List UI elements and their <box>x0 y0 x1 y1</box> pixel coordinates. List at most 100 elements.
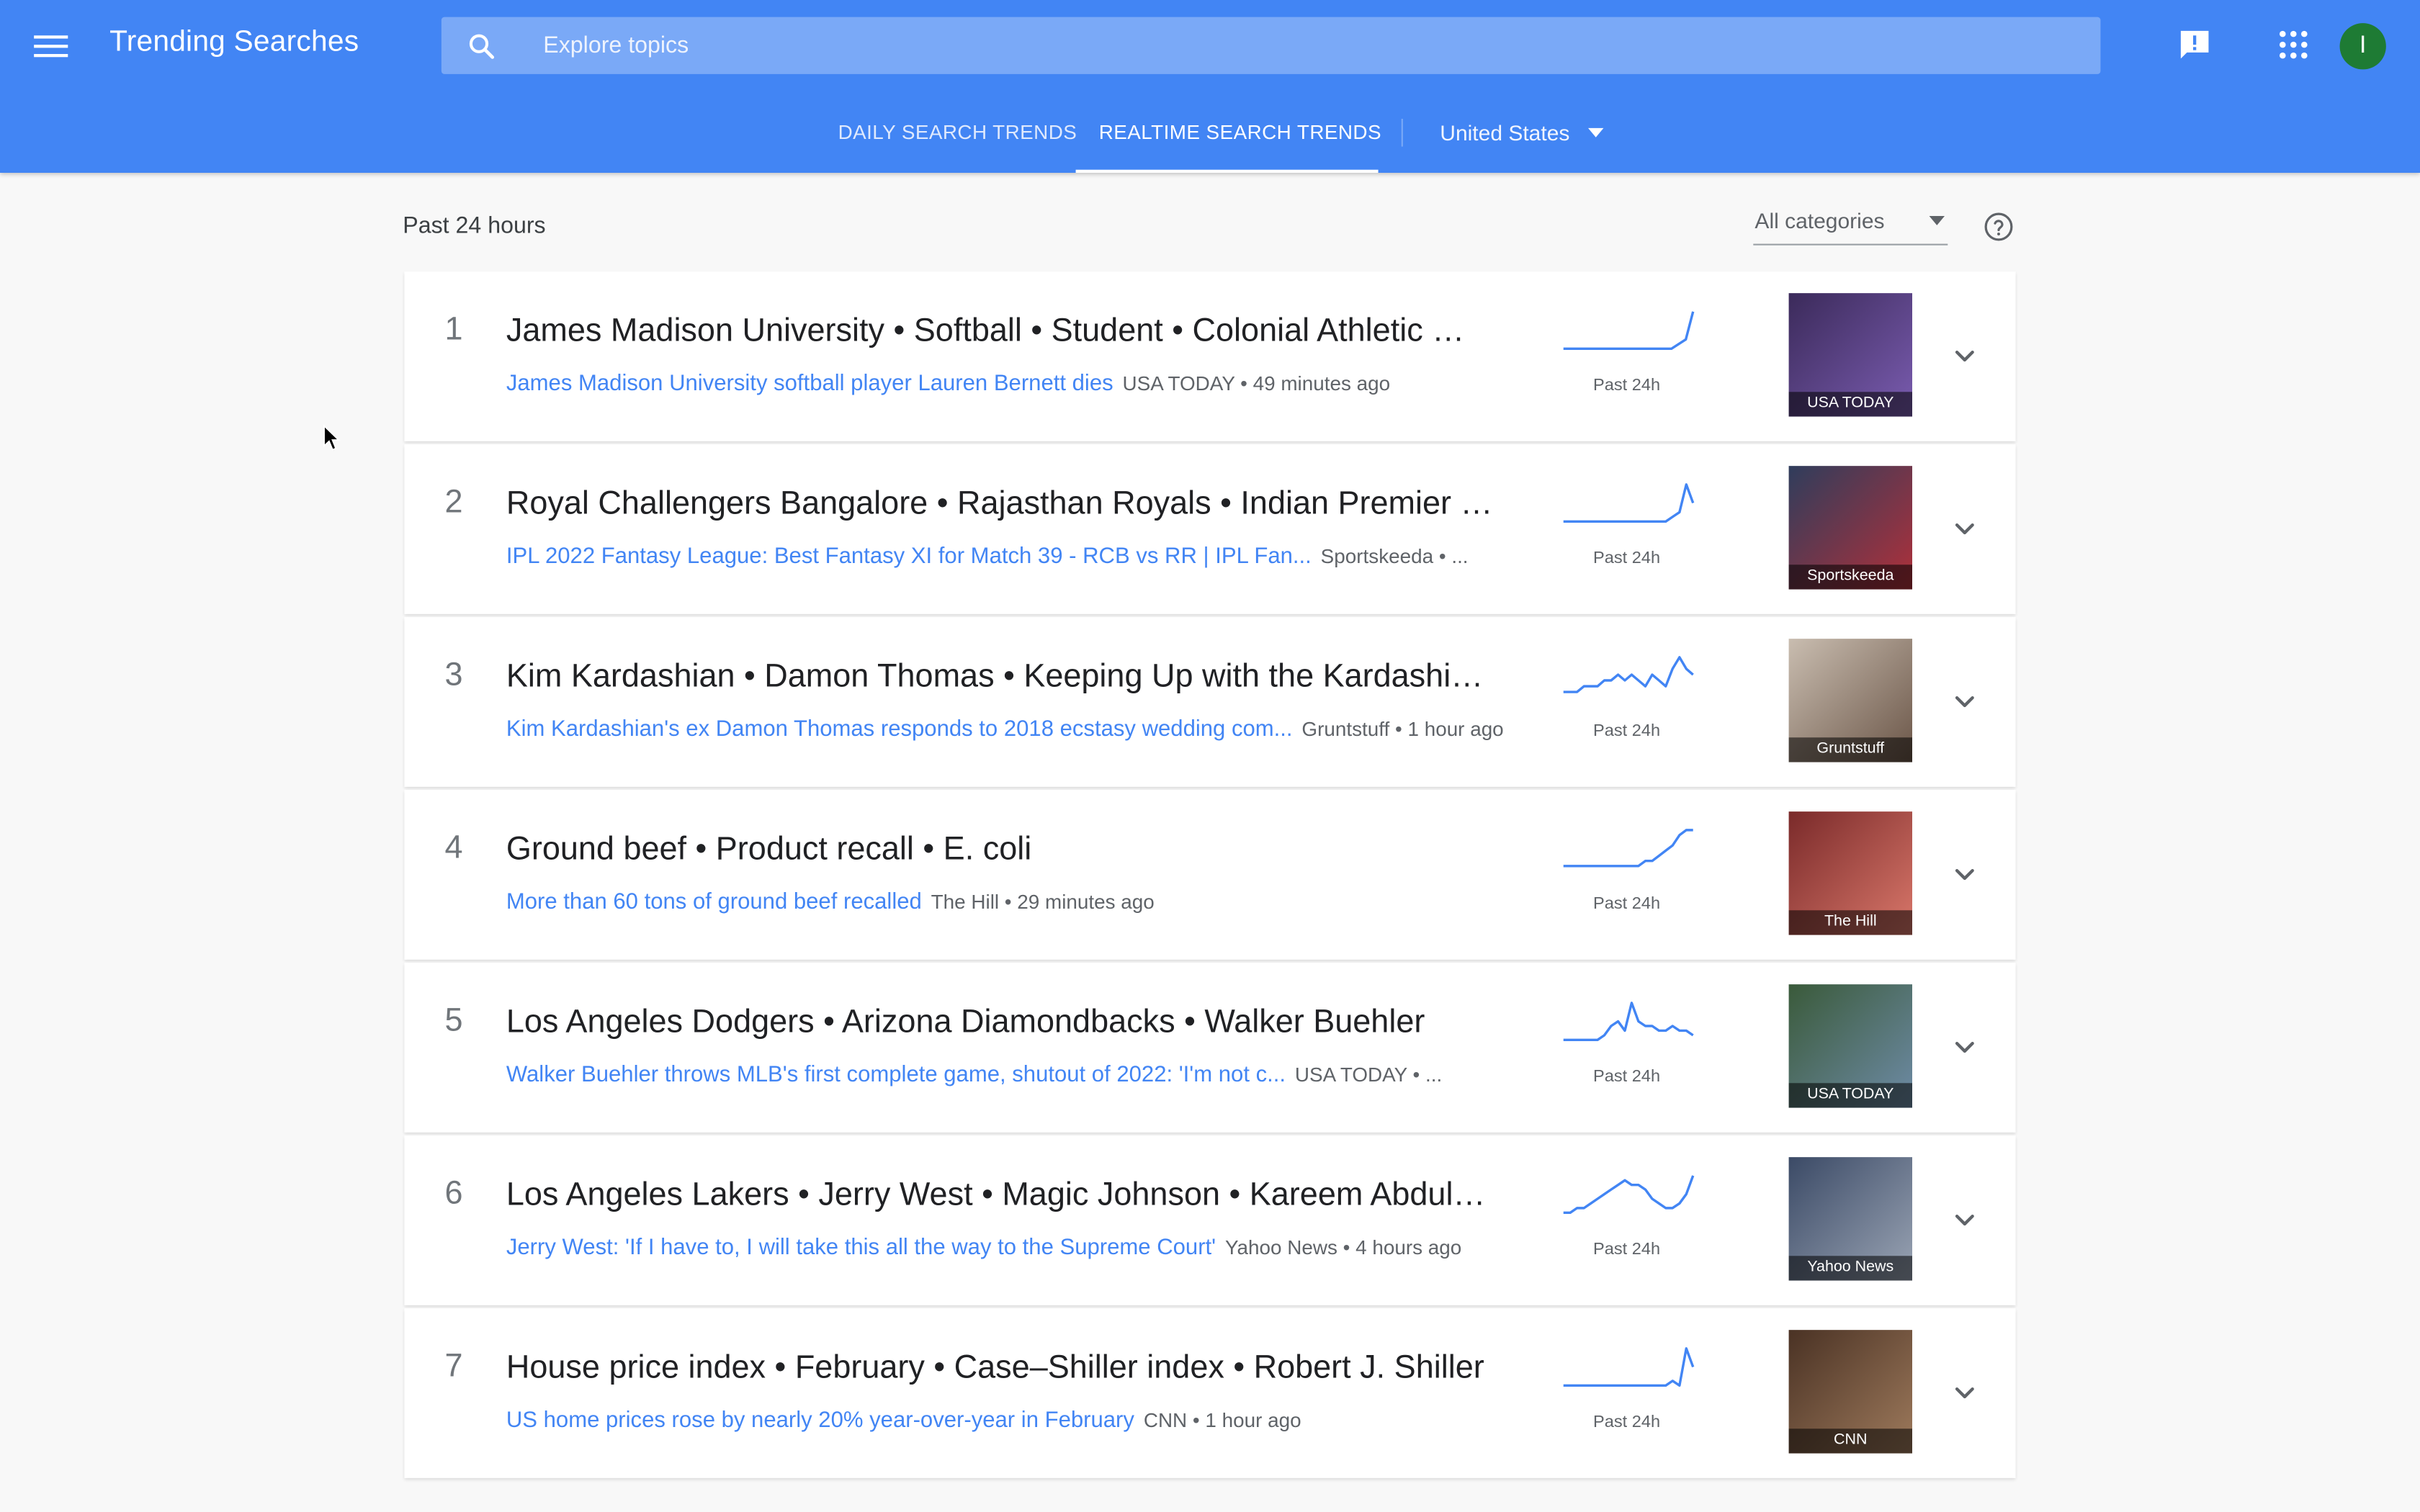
trend-item[interactable]: 1 James Madison University • Softball • S… <box>404 271 2016 441</box>
sparkline-label: Past 24h <box>1593 721 1661 741</box>
trend-article: IPL 2022 Fantasy League: Best Fantasy XI… <box>506 544 1541 569</box>
trend-title[interactable]: James Madison University • Softball • St… <box>506 313 1494 350</box>
article-link[interactable]: US home prices rose by nearly 20% year-o… <box>506 1408 1134 1433</box>
article-source: USA TODAY • 49 minutes ago <box>1122 372 1391 395</box>
help-icon[interactable] <box>1984 212 2015 243</box>
trend-item[interactable]: 2 Royal Challengers Bangalore • Rajasthan… <box>404 444 2016 614</box>
chevron-down-icon[interactable] <box>1948 512 1981 546</box>
sparkline-label: Past 24h <box>1593 894 1661 914</box>
article-thumbnail[interactable]: CNN <box>1788 1330 1912 1454</box>
trend-article: US home prices rose by nearly 20% year-o… <box>506 1408 1541 1433</box>
trending-list: 1 James Madison University • Softball • S… <box>404 271 2016 1481</box>
sparkline-path <box>1563 829 1693 868</box>
trend-rank: 4 <box>444 829 463 866</box>
chevron-down-icon[interactable] <box>1948 1030 1981 1064</box>
article-link[interactable]: Jerry West: 'If I have to, I will take t… <box>506 1236 1216 1260</box>
trend-article: Kim Kardashian's ex Damon Thomas respond… <box>506 717 1541 742</box>
sparkline-path <box>1563 656 1694 693</box>
trend-title[interactable]: Los Angeles Lakers • Jerry West • Magic … <box>506 1177 1494 1214</box>
trend-rank: 2 <box>444 484 463 521</box>
sparkline-label: Past 24h <box>1593 1067 1661 1086</box>
trend-article: Jerry West: 'If I have to, I will take t… <box>506 1236 1541 1260</box>
feedback-icon[interactable] <box>2176 26 2213 63</box>
article-source: The Hill • 29 minutes ago <box>931 890 1155 914</box>
trend-sparkline <box>1563 1175 1695 1214</box>
sparkline-path <box>1563 483 1695 523</box>
trend-title[interactable]: House price index • February • Case–Shil… <box>506 1350 1494 1387</box>
chevron-down-icon[interactable] <box>1588 127 1604 138</box>
article-thumbnail[interactable]: Sportskeeda <box>1788 466 1912 590</box>
trend-item[interactable]: 6 Los Angeles Lakers • Jerry West • Magic… <box>404 1135 2016 1305</box>
search-box[interactable] <box>441 17 2101 74</box>
sparkline-path <box>1563 311 1695 350</box>
trend-title[interactable]: Ground beef • Product recall • E. coli <box>506 832 1494 868</box>
trend-tabs: DAILY SEARCH TRENDS REALTIME SEARCH TREN… <box>0 93 2420 173</box>
thumbnail-caption: USA TODAY <box>1788 392 1912 417</box>
sparkline-label: Past 24h <box>1593 1413 1661 1432</box>
sparkline-path <box>1563 1347 1695 1387</box>
trend-item[interactable]: 7 House price index • February • Case–Shi… <box>404 1308 2016 1478</box>
trend-rank: 6 <box>444 1175 463 1212</box>
tab-daily-search-trends[interactable]: DAILY SEARCH TRENDS <box>838 93 1077 173</box>
article-thumbnail[interactable]: USA TODAY <box>1788 293 1912 417</box>
article-link[interactable]: James Madison University softball player… <box>506 372 1113 396</box>
thumbnail-caption: USA TODAY <box>1788 1083 1912 1108</box>
trend-article: James Madison University softball player… <box>506 372 1541 396</box>
dropdown-arrow-icon <box>1929 216 1945 225</box>
trend-title[interactable]: Royal Challengers Bangalore • Rajasthan … <box>506 486 1494 523</box>
thumbnail-caption: Sportskeeda <box>1788 564 1912 590</box>
sparkline-label: Past 24h <box>1593 376 1661 395</box>
trend-sparkline <box>1563 1002 1694 1041</box>
sparkline-label: Past 24h <box>1593 1240 1661 1259</box>
chevron-down-icon[interactable] <box>1948 685 1981 719</box>
article-link[interactable]: Walker Buehler throws MLB's first comple… <box>506 1063 1286 1087</box>
sparkline-path <box>1563 1175 1695 1214</box>
article-link[interactable]: More than 60 tons of ground beef recalle… <box>506 890 922 914</box>
thumbnail-caption: CNN <box>1788 1428 1912 1454</box>
article-link[interactable]: Kim Kardashian's ex Damon Thomas respond… <box>506 717 1293 742</box>
article-link[interactable]: IPL 2022 Fantasy League: Best Fantasy XI… <box>506 544 1312 569</box>
trend-title[interactable]: Los Angeles Dodgers • Arizona Diamondbac… <box>506 1004 1494 1041</box>
trend-rank: 5 <box>444 1002 463 1039</box>
article-source: USA TODAY • ... <box>1294 1063 1443 1086</box>
mouse-cursor-icon <box>323 424 341 451</box>
trend-item[interactable]: 4 Ground beef • Product recall • E. coli M… <box>404 790 2016 960</box>
trend-sparkline <box>1563 483 1695 523</box>
trend-title[interactable]: Kim Kardashian • Damon Thomas • Keeping … <box>506 659 1494 696</box>
article-thumbnail[interactable]: The Hill <box>1788 811 1912 935</box>
geo-select[interactable]: United States <box>1440 93 1569 173</box>
tab-divider <box>1401 119 1403 147</box>
thumbnail-caption: Gruntstuff <box>1788 737 1912 762</box>
trend-item[interactable]: 3 Kim Kardashian • Damon Thomas • Keeping… <box>404 617 2016 787</box>
trend-item[interactable]: 5 Los Angeles Dodgers • Arizona Diamondba… <box>404 963 2016 1133</box>
apps-grid-icon[interactable] <box>2275 26 2312 63</box>
sparkline-path <box>1563 1002 1694 1041</box>
search-icon[interactable] <box>466 31 497 62</box>
search-input[interactable] <box>543 17 2071 74</box>
chevron-down-icon[interactable] <box>1948 1376 1981 1410</box>
chevron-down-icon[interactable] <box>1948 858 1981 891</box>
chevron-down-icon[interactable] <box>1948 1203 1981 1237</box>
trend-sparkline <box>1563 829 1693 868</box>
article-thumbnail[interactable]: Yahoo News <box>1788 1157 1912 1281</box>
menu-icon[interactable] <box>34 30 68 63</box>
active-tab-indicator <box>1075 169 1379 173</box>
article-source: Yahoo News • 4 hours ago <box>1224 1236 1462 1259</box>
trend-rank: 7 <box>444 1348 463 1385</box>
category-select[interactable]: All categories <box>1753 205 1948 246</box>
time-period-label: Past 24 hours <box>403 212 546 240</box>
article-source: CNN • 1 hour ago <box>1143 1408 1301 1432</box>
thumbnail-caption: The Hill <box>1788 910 1912 935</box>
trend-article: Walker Buehler throws MLB's first comple… <box>506 1063 1541 1087</box>
app-title: Trending Searches <box>109 26 359 59</box>
tab-realtime-search-trends[interactable]: REALTIME SEARCH TRENDS <box>1099 93 1381 173</box>
article-thumbnail[interactable]: USA TODAY <box>1788 984 1912 1108</box>
article-thumbnail[interactable]: Gruntstuff <box>1788 639 1912 762</box>
trend-sparkline <box>1563 656 1694 693</box>
article-source: Gruntstuff • 1 hour ago <box>1301 717 1504 741</box>
chevron-down-icon[interactable] <box>1948 339 1981 373</box>
sparkline-label: Past 24h <box>1593 549 1661 568</box>
trend-rank: 1 <box>444 311 463 348</box>
trend-sparkline <box>1563 1347 1695 1387</box>
account-avatar[interactable]: I <box>2339 23 2386 70</box>
